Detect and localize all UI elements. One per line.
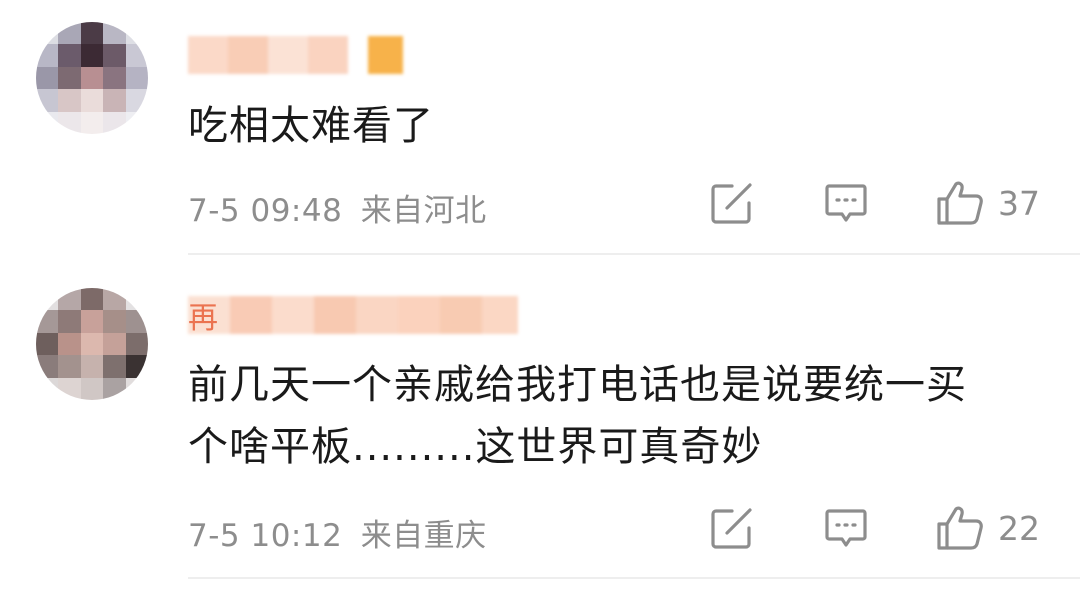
username[interactable] [188, 36, 408, 74]
comment-item: 再 前几天一个亲戚给我打电话也是说要统一买 个啥平板.........这世界可真… [0, 256, 1080, 601]
reply-button[interactable] [824, 183, 868, 227]
comment-divider [188, 577, 1080, 579]
comment-text: 吃相太难看了 [188, 103, 434, 149]
comment-location: 来自重庆 [360, 518, 487, 554]
username-text: 再 [188, 301, 219, 336]
reply-button[interactable] [824, 508, 868, 552]
thumbs-up-icon [937, 181, 983, 225]
repost-icon [711, 508, 752, 549]
comment-icon [825, 184, 867, 222]
username[interactable]: 再 [188, 296, 518, 336]
comment-location: 来自河北 [360, 193, 487, 229]
comment-text: 前几天一个亲戚给我打电话也是说要统一买 个啥平板.........这世界可真奇妙 [188, 362, 967, 470]
comment-icon [825, 509, 867, 547]
comment-meta: 7-5 10:12 来自重庆 [188, 510, 487, 555]
avatar[interactable] [36, 22, 148, 134]
thumbs-up-icon [937, 506, 983, 550]
repost-button[interactable] [710, 183, 754, 225]
username-mosaic [188, 36, 403, 74]
like-count: 22 [998, 508, 1040, 548]
comment-divider [188, 253, 1080, 255]
comment-meta: 7-5 09:48 来自河北 [188, 185, 487, 230]
like-button[interactable]: 37 [936, 180, 1040, 226]
username-mosaic [188, 296, 518, 334]
repost-button[interactable] [710, 508, 754, 550]
like-count: 37 [998, 183, 1040, 223]
repost-icon [711, 183, 752, 224]
like-button[interactable]: 22 [936, 505, 1040, 551]
avatar[interactable] [36, 288, 148, 400]
comment-time: 7-5 10:12 [188, 518, 343, 554]
comment-time: 7-5 09:48 [188, 193, 343, 229]
comment-item: 吃相太难看了 7-5 09:48 来自河北 37 [0, 0, 1080, 255]
